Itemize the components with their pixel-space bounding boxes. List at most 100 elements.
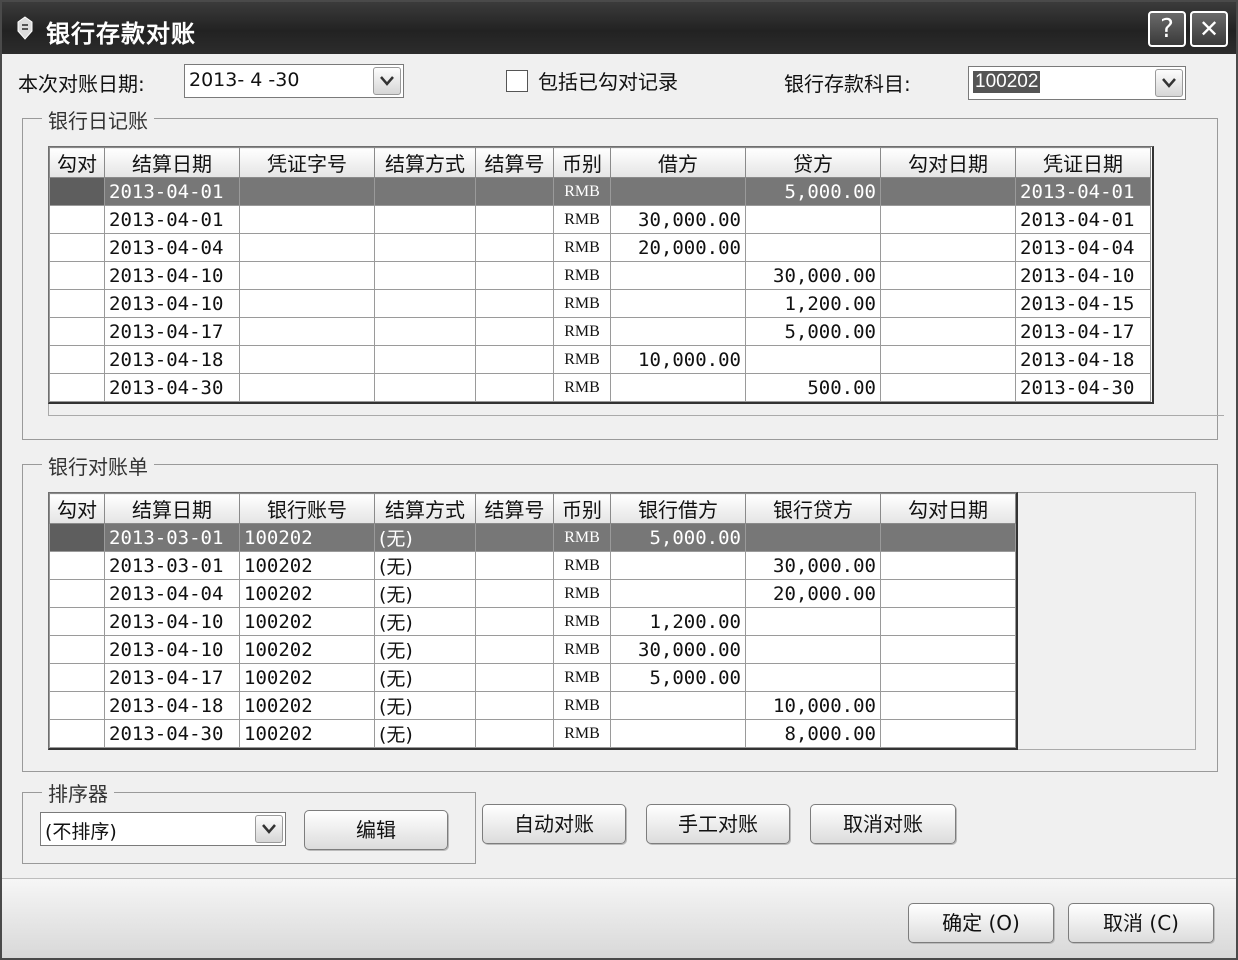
journal-cell-credit: 1,200.00 (745, 289, 881, 318)
table-row[interactable]: 2013-04-18 100202 (无) RMB 10,000.00 (49, 691, 1016, 720)
account-combo[interactable]: 100202 (968, 66, 1186, 100)
statement-cell-currency: RMB (553, 635, 611, 664)
table-row[interactable]: 2013-04-17 100202 (无) RMB 5,000.00 (49, 663, 1016, 692)
statement-col-header[interactable]: 结算号 (475, 493, 554, 524)
table-row[interactable]: 2013-04-01 RMB 5,000.00 2013-04-01 (49, 177, 1151, 206)
journal-col-header[interactable]: 结算日期 (104, 147, 240, 178)
journal-cell-no (475, 261, 554, 290)
table-row[interactable]: 2013-03-01 100202 (无) RMB 30,000.00 (49, 551, 1016, 580)
statement-col-header[interactable]: 银行借方 (610, 493, 746, 524)
statement-cell-credit (745, 635, 881, 664)
statement-col-header[interactable]: 结算日期 (104, 493, 240, 524)
date-label: 本次对账日期: (18, 72, 145, 96)
statement-cell-credit (745, 607, 881, 636)
table-row[interactable]: 2013-04-10 100202 (无) RMB 1,200.00 (49, 607, 1016, 636)
title-bar[interactable]: 银行存款对账 ? ✕ (2, 2, 1236, 54)
sorter-combo[interactable]: (不排序) (40, 812, 286, 846)
chevron-down-icon[interactable] (1155, 69, 1183, 97)
chevron-down-icon[interactable] (255, 815, 283, 843)
journal-cell-no (475, 345, 554, 374)
statement-col-header[interactable]: 银行账号 (239, 493, 375, 524)
cancel-reconcile-button[interactable]: 取消对账 (810, 804, 956, 844)
journal-col-header[interactable]: 结算方式 (374, 147, 476, 178)
journal-col-header[interactable]: 结算号 (475, 147, 554, 178)
table-row[interactable]: 2013-04-04 RMB 20,000.00 2013-04-04 (49, 233, 1151, 262)
cancel-button[interactable]: 取消 (C) (1068, 903, 1214, 943)
statement-col-header[interactable]: 勾对日期 (880, 493, 1016, 524)
journal-cell-debit (610, 177, 746, 206)
statement-cell-account: 100202 (239, 635, 375, 664)
journal-cell-check (49, 289, 105, 318)
statement-cell-currency: RMB (553, 523, 611, 552)
statement-cell-date: 2013-03-01 (104, 551, 240, 580)
statement-cell-match_date (880, 719, 1016, 748)
table-row[interactable]: 2013-04-10 RMB 30,000.00 2013-04-10 (49, 261, 1151, 290)
statement-cell-date: 2013-04-17 (104, 663, 240, 692)
journal-cell-method (374, 317, 476, 346)
statement-cell-account: 100202 (239, 691, 375, 720)
statement-col-header[interactable]: 银行贷方 (745, 493, 881, 524)
statement-cell-method: (无) (374, 691, 476, 720)
account-value: 100202 (973, 71, 1041, 93)
statement-col-header[interactable]: 勾对 (49, 493, 105, 524)
journal-cell-match_date (880, 289, 1016, 318)
statement-cell-match_date (880, 607, 1016, 636)
journal-col-header[interactable]: 勾对 (49, 147, 105, 178)
statement-col-header[interactable]: 结算方式 (374, 493, 476, 524)
journal-cell-credit (745, 233, 881, 262)
statement-cell-match_date (880, 663, 1016, 692)
statement-col-header[interactable]: 币别 (553, 493, 611, 524)
ok-button[interactable]: 确定 (O) (908, 903, 1054, 943)
journal-col-header[interactable]: 借方 (610, 147, 746, 178)
table-row[interactable]: 2013-04-10 100202 (无) RMB 30,000.00 (49, 635, 1016, 664)
journal-cell-voucher_date: 2013-04-30 (1015, 373, 1151, 402)
statement-cell-no (475, 691, 554, 720)
auto-reconcile-button[interactable]: 自动对账 (482, 804, 626, 844)
close-button[interactable]: ✕ (1190, 11, 1228, 47)
table-row[interactable]: 2013-04-30 RMB 500.00 2013-04-30 (49, 373, 1151, 402)
edit-sorter-button[interactable]: 编辑 (304, 810, 448, 850)
statement-cell-no (475, 551, 554, 580)
journal-col-header[interactable]: 贷方 (745, 147, 881, 178)
journal-col-header[interactable]: 勾对日期 (880, 147, 1016, 178)
table-row[interactable]: 2013-04-18 RMB 10,000.00 2013-04-18 (49, 345, 1151, 374)
statement-cell-no (475, 719, 554, 748)
journal-cell-no (475, 177, 554, 206)
table-row[interactable]: 2013-04-10 RMB 1,200.00 2013-04-15 (49, 289, 1151, 318)
help-button[interactable]: ? (1148, 11, 1186, 47)
table-row[interactable]: 2013-04-17 RMB 5,000.00 2013-04-17 (49, 317, 1151, 346)
date-combo[interactable]: 2013- 4 -30 (184, 64, 404, 98)
statement-grid[interactable]: 勾对 结算日期 银行账号 结算方式 结算号 币别 银行借方 银行贷方 勾对日期 2013-03-… (48, 492, 1018, 750)
statement-cell-method: (无) (374, 607, 476, 636)
journal-col-header[interactable]: 凭证日期 (1015, 147, 1151, 178)
journal-cell-voucher (239, 289, 375, 318)
statement-cell-debit (610, 579, 746, 608)
journal-cell-date: 2013-04-04 (104, 233, 240, 262)
journal-cell-date: 2013-04-01 (104, 177, 240, 206)
journal-cell-credit (745, 205, 881, 234)
journal-grid[interactable]: 勾对 结算日期 凭证字号 结算方式 结算号 币别 借方 贷方 勾对日期 凭证日期 2013-04-… (48, 146, 1154, 404)
statement-title: 银行对账单 (42, 451, 154, 480)
manual-reconcile-button[interactable]: 手工对账 (646, 804, 790, 844)
include-matched-checkbox[interactable] (506, 70, 528, 92)
table-row[interactable]: 2013-04-01 RMB 30,000.00 2013-04-01 (49, 205, 1151, 234)
journal-cell-date: 2013-04-17 (104, 317, 240, 346)
journal-cell-voucher_date: 2013-04-01 (1015, 205, 1151, 234)
journal-cell-currency: RMB (553, 345, 611, 374)
journal-cell-debit (610, 289, 746, 318)
include-matched-label: 包括已勾对记录 (538, 70, 678, 94)
table-row[interactable]: 2013-04-04 100202 (无) RMB 20,000.00 (49, 579, 1016, 608)
statement-cell-check (49, 663, 105, 692)
journal-cell-credit: 30,000.00 (745, 261, 881, 290)
table-row[interactable]: 2013-04-30 100202 (无) RMB 8,000.00 (49, 719, 1016, 748)
journal-col-header[interactable]: 凭证字号 (239, 147, 375, 178)
journal-cell-check (49, 373, 105, 402)
statement-cell-date: 2013-04-10 (104, 635, 240, 664)
journal-cell-match_date (880, 373, 1016, 402)
chevron-down-icon[interactable] (373, 67, 401, 95)
journal-col-header[interactable]: 币别 (553, 147, 611, 178)
journal-cell-check (49, 233, 105, 262)
statement-cell-no (475, 523, 554, 552)
statement-cell-account: 100202 (239, 663, 375, 692)
table-row[interactable]: 2013-03-01 100202 (无) RMB 5,000.00 (49, 523, 1016, 552)
